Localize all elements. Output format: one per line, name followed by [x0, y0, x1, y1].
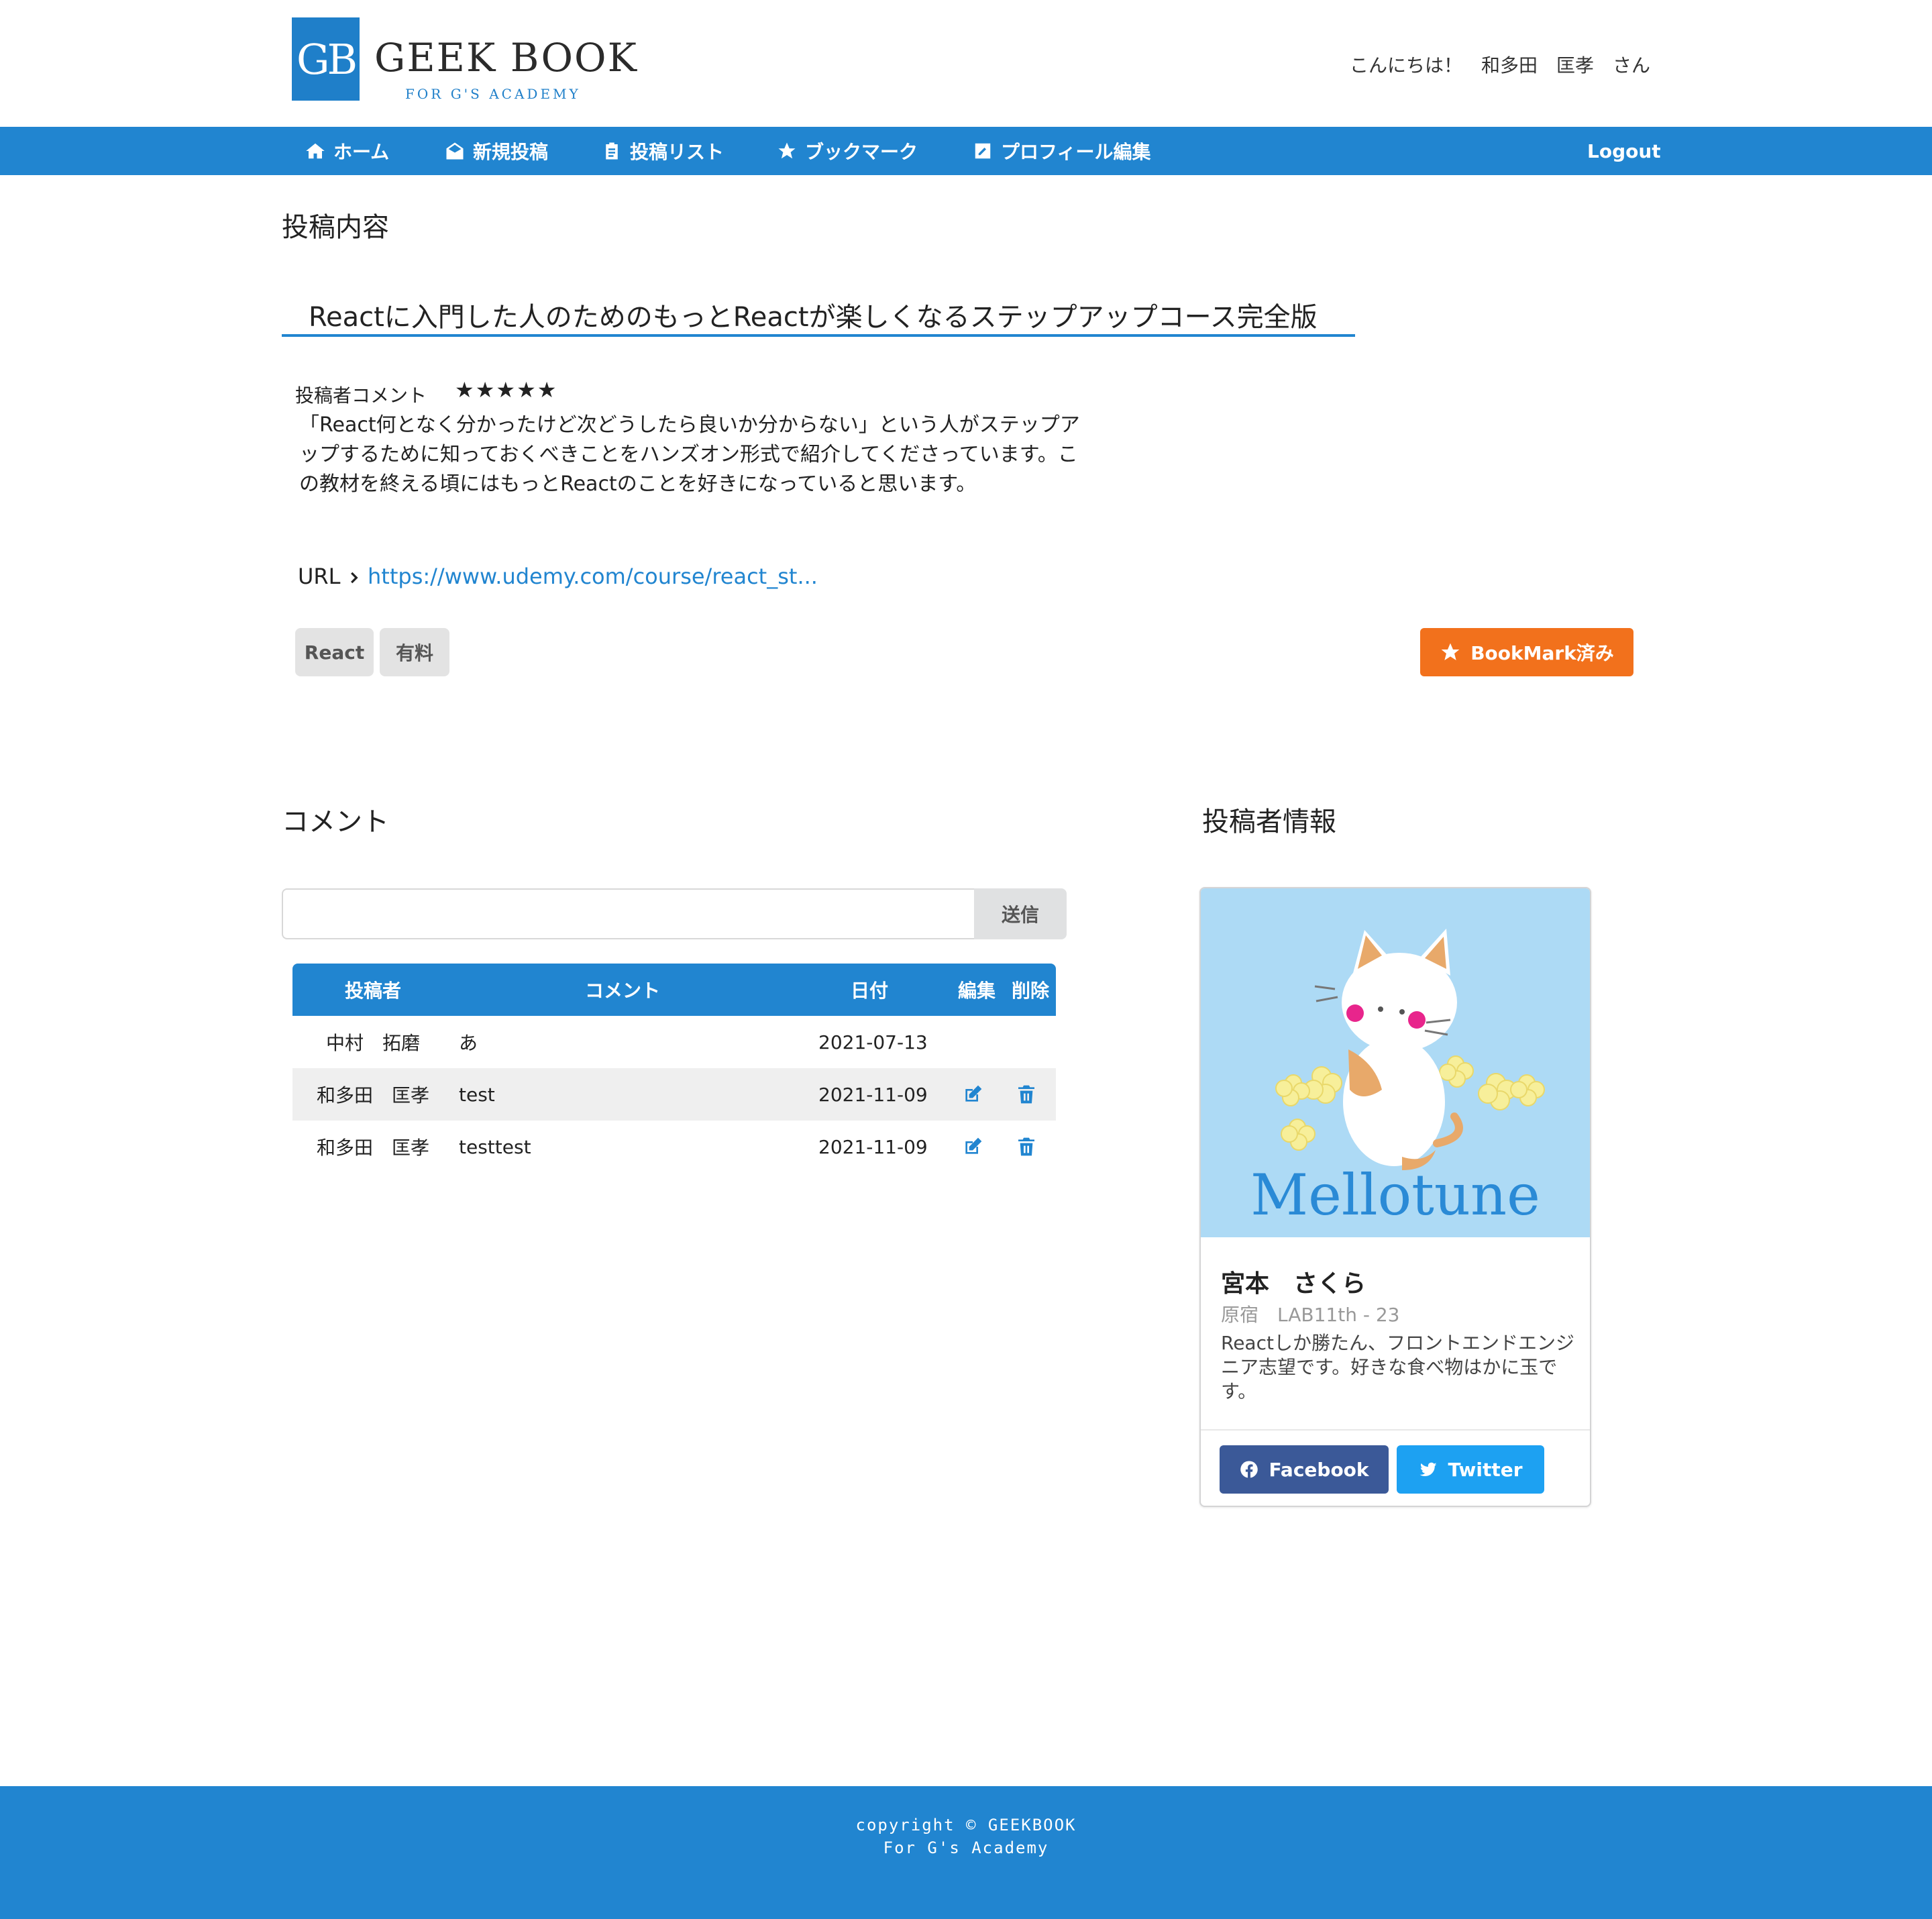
nav-item-profile-edit[interactable]: プロフィール編集 — [973, 127, 1150, 175]
trash-icon — [1018, 1137, 1034, 1156]
card-divider — [1201, 1429, 1590, 1431]
author-avatar-image: Mellotune — [1201, 888, 1590, 1237]
post-title-text: Reactに入門した人のためのもっとReactが楽しくなるステップアップコース完… — [309, 302, 1318, 333]
table-row: 和多田 匡孝 test 2021-11-09 — [292, 1068, 1056, 1121]
logo-subtitle: FOR G'S ACADEMY — [405, 86, 581, 102]
facebook-button[interactable]: Facebook — [1220, 1445, 1389, 1494]
comments-table-header: 投稿者 コメント 日付 編集 削除 — [292, 964, 1056, 1016]
cell-comment: あ — [459, 1032, 478, 1054]
nav-item-label: プロフィール編集 — [1001, 141, 1151, 163]
logout-label: Logout — [1587, 140, 1661, 162]
nav-item-home[interactable]: ホーム — [305, 127, 389, 175]
trash-icon — [1018, 1085, 1034, 1104]
twitter-label: Twitter — [1448, 1458, 1523, 1481]
star-icon — [1441, 643, 1460, 660]
nav-item-new-post[interactable]: 新規投稿 — [445, 127, 548, 175]
main-nav: ホーム 新規投稿 投稿リスト ブックマーク プロフィール編集 Logout — [0, 127, 1932, 175]
home-icon — [306, 143, 325, 159]
star-icon — [778, 142, 796, 159]
comment-input[interactable] — [282, 888, 974, 939]
rating-stars: ★★★★★ — [455, 377, 558, 403]
facebook-icon — [1240, 1461, 1258, 1478]
cat-illustration: Mellotune — [1250, 929, 1545, 1228]
clipboard-list-icon — [606, 142, 618, 160]
delete-comment-button[interactable] — [1016, 1068, 1037, 1121]
column-edit: 編集 — [958, 980, 996, 1002]
image-brand-text: Mellotune — [1250, 1162, 1540, 1228]
author-section-title: 投稿者情報 — [1202, 807, 1336, 837]
author-card: Mellotune — [1199, 887, 1591, 1507]
post-title: Reactに入門した人のためのもっとReactが楽しくなるステップアップコース完… — [282, 289, 1355, 337]
nav-item-post-list[interactable]: 投稿リスト — [602, 127, 724, 175]
nav-item-label: ホーム — [333, 141, 390, 163]
bookmark-label: BookMark済み — [1470, 642, 1614, 664]
url-label: URL — [298, 564, 362, 589]
footer: copyright © GEEKBOOK For G's Academy — [0, 1786, 1932, 1919]
author-name: 宮本 さくら — [1221, 1270, 1366, 1298]
tag-react[interactable]: React — [295, 628, 374, 676]
post-section-title: 投稿内容 — [282, 212, 389, 243]
user-greeting: こんにちは！ 和多田 匡孝 さん — [1349, 54, 1650, 76]
envelope-open-icon — [446, 142, 464, 160]
nav-item-label: 投稿リスト — [630, 141, 724, 163]
chevron-right-icon — [350, 572, 358, 584]
cell-author: 中村 拓磨 — [326, 1032, 421, 1054]
column-date: 日付 — [851, 980, 889, 1002]
send-button[interactable]: 送信 — [974, 888, 1067, 939]
cell-comment: test — [459, 1083, 495, 1106]
nav-item-label: 新規投稿 — [473, 141, 549, 163]
table-row: 中村 拓磨 あ 2021-07-13 — [292, 1016, 1056, 1068]
column-comment: コメント — [585, 980, 661, 1002]
nav-item-label: ブックマーク — [805, 141, 918, 163]
bookmark-button[interactable]: BookMark済み — [1420, 628, 1633, 676]
cell-date: 2021-11-09 — [818, 1083, 928, 1106]
author-description: Reactしか勝たん、フロントエンドエンジニア志望です。好きな食べ物はかに玉です… — [1221, 1332, 1574, 1402]
nav-item-bookmark[interactable]: ブックマーク — [777, 127, 918, 175]
footer-subtitle: For G's Academy — [883, 1838, 1049, 1857]
cell-date: 2021-11-09 — [818, 1135, 928, 1158]
comments-section-title: コメント — [282, 807, 389, 837]
logo-mark: GB — [292, 17, 360, 101]
footer-copyright: copyright © GEEKBOOK — [855, 1816, 1077, 1834]
twitter-icon — [1419, 1462, 1437, 1477]
logo-name: GEEK BOOK — [374, 35, 638, 81]
delete-comment-button[interactable] — [1016, 1121, 1037, 1173]
cell-author: 和多田 匡孝 — [317, 1137, 430, 1159]
cell-author: 和多田 匡孝 — [317, 1084, 430, 1106]
edit-icon — [975, 143, 991, 159]
url-label-text: URL — [298, 564, 341, 589]
post-url-link[interactable]: https://www.udemy.com/course/react_st... — [368, 564, 818, 589]
cell-date: 2021-07-13 — [818, 1031, 928, 1053]
column-author: 投稿者 — [345, 980, 402, 1002]
cell-comment: testtest — [459, 1135, 531, 1158]
table-row: 和多田 匡孝 testtest 2021-11-09 — [292, 1121, 1056, 1173]
author-meta: 原宿 LAB11th - 23 — [1221, 1304, 1400, 1326]
tag-paid[interactable]: 有料 — [380, 628, 449, 676]
facebook-label: Facebook — [1269, 1458, 1369, 1481]
edit-comment-button[interactable] — [962, 1121, 983, 1173]
column-delete: 削除 — [1012, 980, 1050, 1002]
twitter-button[interactable]: Twitter — [1397, 1445, 1544, 1494]
post-body: 「React何となく分かったけど次どうしたら良いか分からない」という人がステップ… — [299, 413, 1080, 496]
edit-icon — [965, 1085, 982, 1102]
poster-comment-label: 投稿者コメント — [295, 384, 427, 407]
edit-icon — [965, 1137, 982, 1154]
logout-link[interactable]: Logout — [1587, 127, 1661, 175]
edit-comment-button[interactable] — [962, 1068, 983, 1121]
